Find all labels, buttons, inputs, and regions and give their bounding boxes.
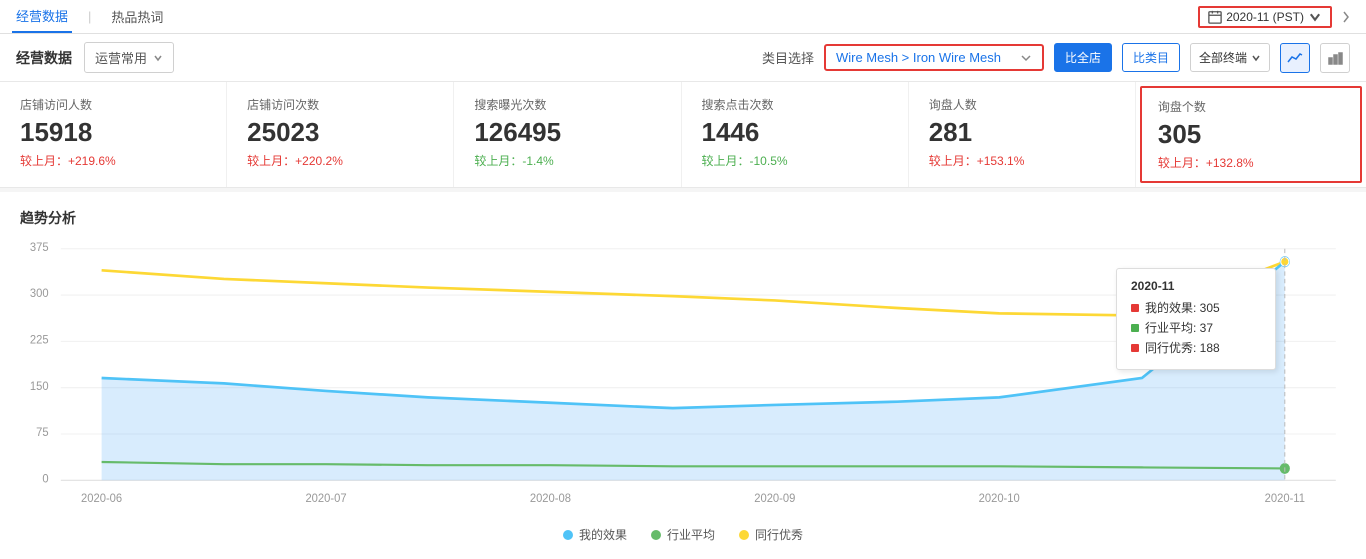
chart-container: 375 300 225 150 75 0 2020-06 2020-07 202… — [20, 238, 1346, 518]
category-selector[interactable]: Wire Mesh > Iron Wire Mesh — [824, 44, 1044, 71]
main-toolbar: 经营数据 运营常用 类目选择 Wire Mesh > Iron Wire Mes… — [0, 34, 1366, 82]
line-chart-button[interactable] — [1280, 43, 1310, 73]
nav-separator: | — [88, 9, 91, 24]
terminal-label: 全部终端 — [1199, 49, 1247, 66]
tooltip-label-1: 行业平均: 37 — [1145, 319, 1213, 336]
metric-label-3: 搜索点击次数 — [702, 96, 888, 113]
date-selector[interactable]: 2020-11 (PST) — [1198, 6, 1332, 28]
tooltip-label-2: 同行优秀: 188 — [1145, 339, 1220, 356]
metric-card-5: 询盘个数 305 较上月：+132.8% — [1140, 86, 1362, 183]
bar-chart-button[interactable] — [1320, 43, 1350, 73]
metric-card-1: 店铺访问次数 25023 较上月：+220.2% — [227, 82, 454, 187]
metric-change-1: 较上月：+220.2% — [247, 152, 433, 169]
dropdown-chevron-icon — [153, 53, 163, 63]
metric-change-2: 较上月：-1.4% — [474, 152, 660, 169]
top-nav-right: 2020-11 (PST) — [1198, 6, 1354, 28]
svg-text:2020-11: 2020-11 — [1265, 493, 1305, 505]
chart-title: 趋势分析 — [20, 208, 1346, 228]
metric-label-1: 店铺访问次数 — [247, 96, 433, 113]
compare-shop-button[interactable]: 比全店 — [1054, 43, 1112, 72]
tooltip-row-2: 同行优秀: 188 — [1131, 339, 1261, 356]
metric-change-0: 较上月：+219.6% — [20, 152, 206, 169]
svg-text:300: 300 — [30, 288, 49, 300]
metric-value-4: 281 — [929, 117, 1115, 148]
metric-card-3: 搜索点击次数 1446 较上月：-10.5% — [682, 82, 909, 187]
metric-change-3: 较上月：-10.5% — [702, 152, 888, 169]
metric-label-2: 搜索曝光次数 — [474, 96, 660, 113]
category-value: Wire Mesh > Iron Wire Mesh — [836, 50, 1001, 65]
section-title: 经营数据 — [16, 48, 72, 68]
legend-dot-2 — [739, 530, 749, 540]
svg-text:75: 75 — [36, 427, 48, 439]
legend-dot-0 — [563, 530, 573, 540]
svg-text:375: 375 — [30, 242, 49, 254]
nav-item-jingying[interactable]: 经营数据 — [12, 0, 72, 33]
metric-value-3: 1446 — [702, 117, 888, 148]
metric-label-4: 询盘人数 — [929, 96, 1115, 113]
tooltip-row-0: 我的效果: 305 — [1131, 299, 1261, 316]
svg-text:2020-08: 2020-08 — [530, 493, 571, 505]
metric-card-2: 搜索曝光次数 126495 较上月：-1.4% — [454, 82, 681, 187]
date-value: 2020-11 (PST) — [1226, 10, 1304, 24]
metric-value-2: 126495 — [474, 117, 660, 148]
svg-text:2020-09: 2020-09 — [754, 493, 795, 505]
chevron-down-icon — [1308, 10, 1322, 24]
metric-value-5: 305 — [1158, 119, 1344, 150]
operation-type-label: 运营常用 — [95, 48, 147, 67]
metric-change-4: 较上月：+153.1% — [929, 152, 1115, 169]
metric-card-4: 询盘人数 281 较上月：+153.1% — [909, 82, 1136, 187]
calendar-icon — [1208, 10, 1222, 24]
tooltip-dot-2 — [1131, 344, 1139, 352]
tooltip-dot-0 — [1131, 304, 1139, 312]
tooltip-row-1: 行业平均: 37 — [1131, 319, 1261, 336]
svg-text:150: 150 — [30, 381, 49, 393]
category-chevron-icon — [1020, 52, 1032, 64]
tooltip-date: 2020-11 — [1131, 279, 1261, 293]
svg-text:2020-06: 2020-06 — [81, 493, 122, 505]
toolbar-right: 类目选择 Wire Mesh > Iron Wire Mesh 比全店 比类目 … — [762, 43, 1350, 73]
svg-text:0: 0 — [42, 473, 48, 485]
chart-tooltip: 2020-11 我的效果: 305 行业平均: 37 同行优秀: 188 — [1116, 268, 1276, 370]
nav-expand-icon[interactable] — [1340, 10, 1354, 24]
compare-category-button[interactable]: 比类目 — [1122, 43, 1180, 72]
metric-value-1: 25023 — [247, 117, 433, 148]
chart-section: 趋势分析 375 300 225 150 75 0 2020-06 2020-0… — [0, 192, 1366, 559]
metric-label-0: 店铺访问人数 — [20, 96, 206, 113]
nav-item-repin[interactable]: 热品热词 — [107, 1, 167, 32]
operation-type-dropdown[interactable]: 运营常用 — [84, 42, 174, 73]
legend-dot-1 — [651, 530, 661, 540]
metric-card-0: 店铺访问人数 15918 较上月：+219.6% — [0, 82, 227, 187]
metric-change-5: 较上月：+132.8% — [1158, 154, 1344, 171]
category-label: 类目选择 — [762, 48, 814, 67]
metric-label-5: 询盘个数 — [1158, 98, 1344, 115]
metric-value-0: 15918 — [20, 117, 206, 148]
terminal-chevron-icon — [1251, 53, 1261, 63]
tooltip-dot-1 — [1131, 324, 1139, 332]
svg-text:2020-07: 2020-07 — [305, 493, 346, 505]
svg-text:2020-10: 2020-10 — [979, 493, 1020, 505]
metrics-row: 店铺访问人数 15918 较上月：+219.6% 店铺访问次数 25023 较上… — [0, 82, 1366, 188]
tooltip-label-0: 我的效果: 305 — [1145, 299, 1220, 316]
terminal-dropdown[interactable]: 全部终端 — [1190, 43, 1270, 72]
top-navigation: 经营数据 | 热品热词 2020-11 (PST) — [0, 0, 1366, 34]
svg-text:225: 225 — [30, 334, 49, 346]
